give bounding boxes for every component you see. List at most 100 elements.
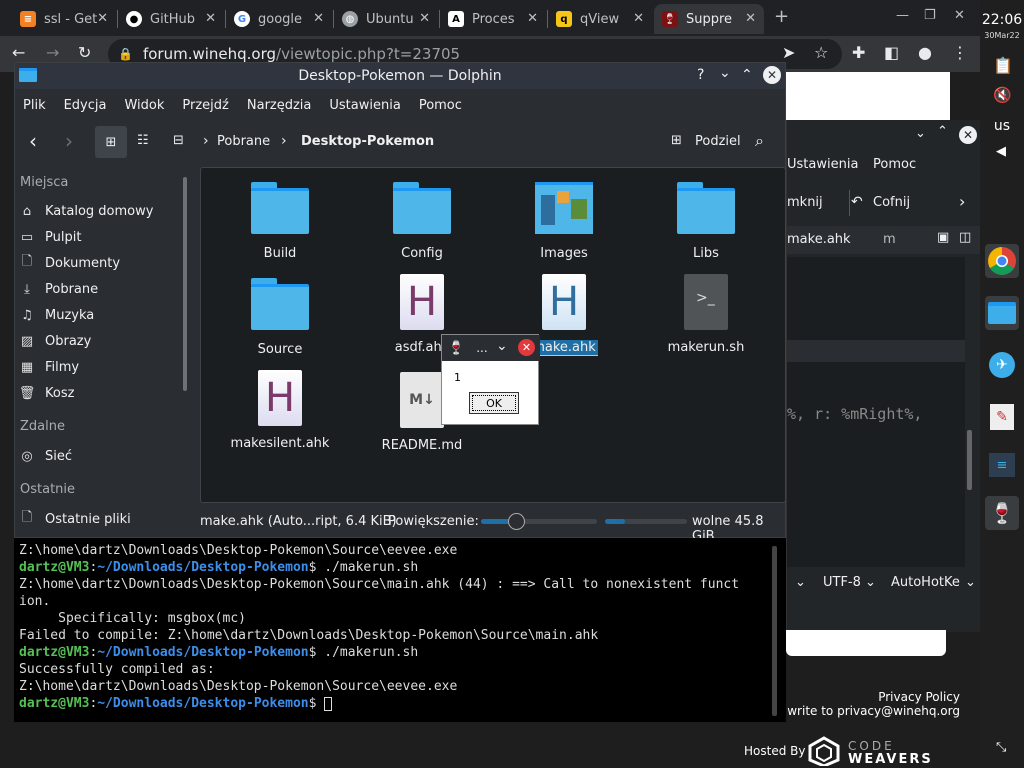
close-icon[interactable]: ✕ bbox=[745, 11, 756, 26]
menu-view[interactable]: Widok bbox=[124, 98, 164, 113]
chevron-down-icon[interactable]: ⌄ bbox=[965, 575, 976, 590]
wine-launcher-icon[interactable]: 🍷 bbox=[985, 496, 1019, 530]
chevron-down-icon[interactable]: ⌄ bbox=[496, 338, 508, 354]
file-item-build[interactable]: Build bbox=[220, 182, 340, 261]
profile-icon[interactable]: ● bbox=[918, 44, 932, 62]
new-tab-icon[interactable]: ▣ bbox=[937, 230, 949, 245]
terminal[interactable]: Z:\home\dartz\Downloads\Desktop-Pokemon\… bbox=[14, 538, 786, 722]
new-tab-button[interactable]: + bbox=[774, 6, 789, 27]
tab-google[interactable]: Ggoogle ✕ bbox=[226, 4, 332, 34]
close-icon[interactable]: ✕ bbox=[97, 11, 108, 26]
menu-settings[interactable]: Ustawienia bbox=[787, 157, 858, 172]
tab-suppress[interactable]: 🍷 Suppre ✕ bbox=[654, 4, 764, 34]
tab-ubuntu[interactable]: ◍ Ubuntu ✕ bbox=[334, 4, 438, 34]
file-item-images[interactable]: Images bbox=[504, 182, 624, 261]
chevron-down-icon[interactable]: ⌄ bbox=[915, 126, 926, 141]
kate-launcher-icon[interactable]: ✎ bbox=[985, 400, 1019, 434]
lock-icon[interactable]: 🔒 bbox=[118, 47, 133, 61]
extensions-icon[interactable]: ✚ bbox=[852, 44, 865, 62]
message-box-titlebar[interactable]: 🍷 ... ⌄ ✕ bbox=[442, 335, 540, 361]
icons-view-icon[interactable]: ⊞ bbox=[95, 126, 127, 158]
breadcrumb-current[interactable]: Desktop-Pokemon bbox=[301, 134, 434, 149]
file-item-source[interactable]: Source bbox=[220, 278, 340, 357]
menu-help[interactable]: Pomoc bbox=[873, 157, 916, 172]
undo-button[interactable]: Cofnij bbox=[873, 195, 910, 210]
terminal-scrollbar[interactable] bbox=[772, 546, 777, 716]
close-icon[interactable]: ✕ bbox=[763, 66, 781, 84]
places-item-documents[interactable]: 🗋 Dokumenty bbox=[19, 251, 183, 275]
forward-icon[interactable]: → bbox=[46, 44, 59, 62]
help-icon[interactable]: ? bbox=[697, 67, 704, 83]
search-icon[interactable]: ⌕ bbox=[755, 131, 764, 151]
send-icon[interactable]: ➤ bbox=[782, 44, 795, 62]
reload-icon[interactable]: ↻ bbox=[78, 44, 91, 62]
close-icon[interactable]: ✕ bbox=[633, 11, 644, 26]
places-scrollbar[interactable] bbox=[183, 177, 187, 391]
keyboard-layout[interactable]: us bbox=[980, 118, 1024, 134]
back-icon[interactable]: ← bbox=[12, 44, 25, 62]
menu-settings[interactable]: Ustawienia bbox=[329, 98, 400, 113]
file-item-config[interactable]: Config bbox=[362, 182, 482, 261]
close-icon[interactable]: ✕ bbox=[527, 11, 538, 26]
breadcrumb-pobrane[interactable]: Pobrane bbox=[217, 134, 270, 149]
side-panel-icon[interactable]: ◧ bbox=[884, 44, 899, 62]
audio-muted-icon[interactable]: 🔇 bbox=[993, 86, 1012, 104]
menu-dots-icon[interactable]: ⋮ bbox=[952, 44, 968, 62]
places-item-videos[interactable]: ▦ Filmy bbox=[19, 355, 183, 379]
window-titlebar[interactable]: Desktop-Pokemon — Dolphin ? ⌄ ⌃ ✕ bbox=[15, 63, 785, 89]
close-icon[interactable]: ✕ bbox=[518, 339, 535, 356]
places-item-trash[interactable]: 🗑 Kosz bbox=[19, 381, 183, 405]
chevron-up-icon[interactable]: ⌃ bbox=[937, 124, 948, 139]
settings-launcher-icon[interactable]: ≡ bbox=[985, 448, 1019, 482]
tab-qview[interactable]: q qView ✕ bbox=[548, 4, 652, 34]
compact-view-icon[interactable]: ☷ bbox=[137, 133, 149, 148]
minimize-icon[interactable]: ⌄ bbox=[719, 65, 731, 81]
chrome-launcher-icon[interactable] bbox=[985, 244, 1019, 278]
places-item-music[interactable]: ♫ Muzyka bbox=[19, 303, 183, 327]
clock-time[interactable]: 22:06 bbox=[980, 12, 1024, 28]
expand-icon[interactable]: ⤡ bbox=[996, 740, 1006, 755]
split-view-icon[interactable]: ◫ bbox=[959, 230, 971, 245]
close-icon[interactable]: ✕ bbox=[419, 11, 430, 26]
encoding-selector[interactable]: UTF-8 bbox=[823, 575, 861, 590]
details-view-icon[interactable]: ⊟ bbox=[173, 133, 184, 148]
restore-icon[interactable]: ❐ bbox=[924, 8, 936, 23]
ok-button[interactable]: OK bbox=[469, 392, 519, 414]
language-selector[interactable]: AutoHotKe bbox=[891, 575, 960, 590]
maximize-icon[interactable]: ⌃ bbox=[741, 67, 753, 83]
bookmark-star-icon[interactable]: ☆ bbox=[814, 44, 828, 62]
menu-go[interactable]: Przejdź bbox=[182, 98, 228, 113]
editor-tab-next[interactable]: m bbox=[883, 232, 896, 247]
menu-edit[interactable]: Edycja bbox=[64, 98, 107, 113]
places-item-network[interactable]: ◎ Sieć bbox=[19, 444, 183, 468]
close-icon[interactable]: ✕ bbox=[959, 126, 977, 144]
chevron-right-icon[interactable]: › bbox=[959, 192, 965, 211]
menu-tools[interactable]: Narzędzia bbox=[247, 98, 312, 113]
places-item-desktop[interactable]: ▭ Pulpit bbox=[19, 225, 183, 249]
tab-process[interactable]: A Proces ✕ bbox=[440, 4, 546, 34]
tab-ssl[interactable]: ≡ ssl - Get ✕ bbox=[12, 4, 116, 34]
chevron-down-icon[interactable]: ⌄ bbox=[795, 575, 806, 590]
places-item-pictures[interactable]: ▨ Obrazy bbox=[19, 329, 183, 353]
dolphin-launcher-icon[interactable] bbox=[985, 296, 1019, 330]
back-icon[interactable]: ‹ bbox=[29, 131, 37, 151]
minimize-icon[interactable]: — bbox=[896, 8, 909, 23]
places-item-downloads[interactable]: ⤓ Pobrane bbox=[19, 277, 183, 301]
panel-collapse-icon[interactable]: ◀ bbox=[996, 144, 1006, 159]
close-icon[interactable]: ✕ bbox=[205, 11, 216, 26]
forward-icon[interactable]: › bbox=[65, 131, 73, 151]
tab-github[interactable]: ● GitHub ✕ bbox=[118, 4, 224, 34]
close-window-icon[interactable]: ✕ bbox=[954, 8, 965, 23]
chevron-down-icon[interactable]: ⌄ bbox=[865, 575, 876, 590]
file-item-libs[interactable]: Libs bbox=[646, 182, 766, 261]
file-item-makerun[interactable]: >_ makerun.sh bbox=[646, 274, 766, 355]
codeweavers-logo[interactable]: CODE WEAVERS bbox=[806, 736, 956, 766]
close-icon[interactable]: ✕ bbox=[313, 11, 324, 26]
menu-file[interactable]: Plik bbox=[23, 98, 46, 113]
file-item-makesilent[interactable]: H makesilent.ahk bbox=[220, 370, 340, 451]
clipboard-icon[interactable]: 📋 bbox=[993, 56, 1013, 75]
split-button[interactable]: Podziel bbox=[695, 134, 741, 149]
discover-launcher-icon[interactable]: ✈ bbox=[985, 348, 1019, 382]
places-item-home[interactable]: ⌂ Katalog domowy bbox=[19, 199, 183, 223]
editor-scrollbar[interactable] bbox=[967, 430, 972, 490]
